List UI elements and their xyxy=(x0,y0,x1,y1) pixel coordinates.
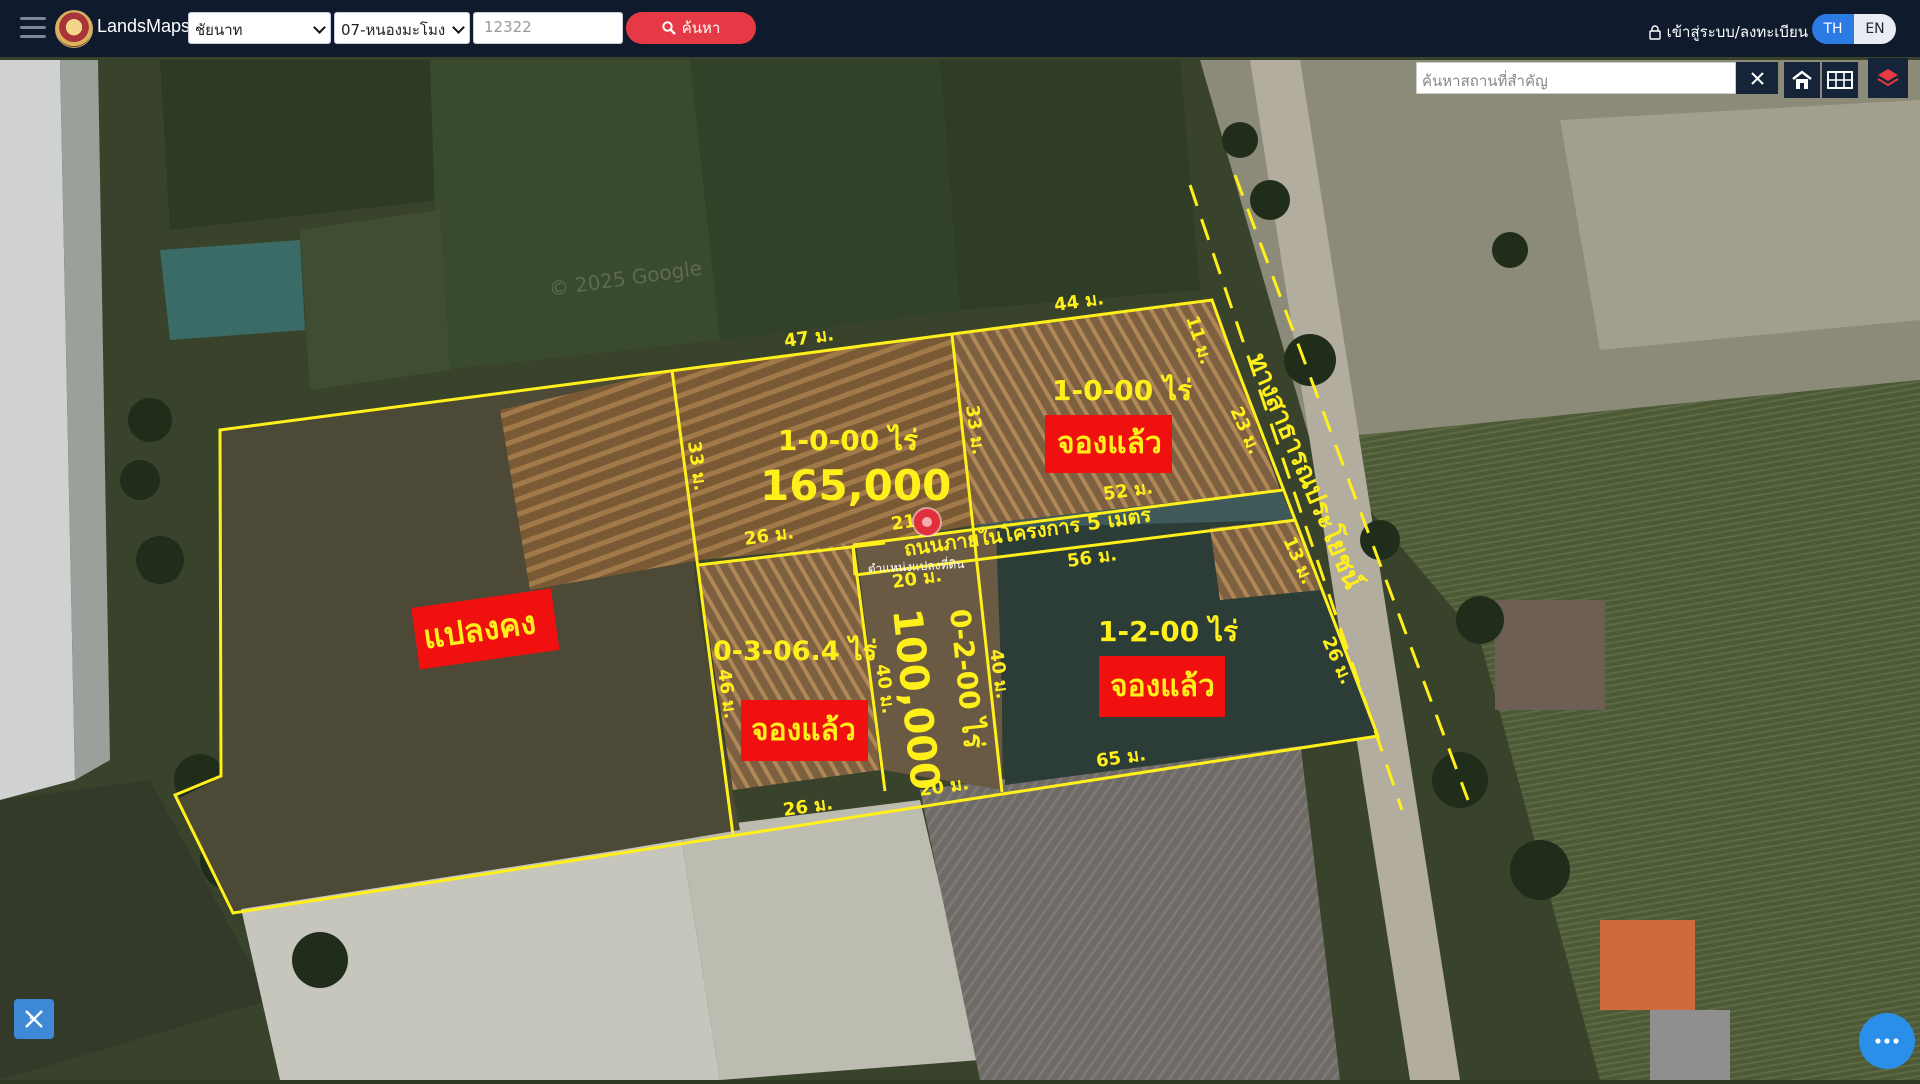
parcel-location-pin[interactable] xyxy=(912,507,942,537)
top-navbar: LandsMaps ชัยนาท 07-หนองมะโมง 12322 ค้นห… xyxy=(0,0,1920,57)
lang-en-button[interactable]: EN xyxy=(1854,14,1896,44)
buildings xyxy=(1495,600,1605,710)
menu-icon[interactable] xyxy=(20,17,46,39)
plot1-area: 1-0-00 ไร่ xyxy=(778,424,918,457)
ruler-icon xyxy=(25,1010,43,1028)
roof xyxy=(1650,1010,1730,1080)
lock-icon xyxy=(1648,24,1661,40)
place-search-input[interactable]: ค้นหาสถานที่สำคัญ xyxy=(1416,62,1736,94)
field xyxy=(160,60,440,230)
plot5-area: 1-2-00 ไร่ xyxy=(1098,615,1238,648)
layers-button[interactable] xyxy=(1868,58,1908,98)
search-button[interactable]: ค้นหา xyxy=(626,12,756,44)
plot2-status: จองแล้ว xyxy=(1057,426,1162,461)
search-icon xyxy=(661,21,676,35)
satellite-map[interactable]: © 2025 Google 44 ม. 47 ม. 11 ม. 33 ม. 33… xyxy=(0,57,1920,1080)
chevron-down-icon xyxy=(313,21,326,34)
grid-icon xyxy=(1827,71,1853,89)
measure-tool-button[interactable] xyxy=(14,999,54,1039)
search-button-label: ค้นหา xyxy=(681,19,721,37)
district-value: 07-หนองมะโมง xyxy=(341,21,446,39)
lang-th-button[interactable]: TH xyxy=(1812,14,1854,44)
plot1-price: 165,000 xyxy=(760,461,951,510)
field-light xyxy=(1560,100,1920,350)
plot3-status: จองแล้ว xyxy=(751,713,856,748)
province-select[interactable]: ชัยนาท xyxy=(188,12,331,44)
field xyxy=(940,60,1200,310)
orange-roof xyxy=(1600,920,1695,1010)
layers-icon xyxy=(1877,69,1899,87)
parcel-number-input[interactable]: 12322 xyxy=(473,12,623,44)
home-button[interactable] xyxy=(1784,62,1820,98)
more-icon xyxy=(1875,1038,1899,1044)
map-canvas[interactable]: © 2025 Google 44 ม. 47 ม. 11 ม. 33 ม. 33… xyxy=(0,57,1920,1080)
field xyxy=(430,60,720,370)
field xyxy=(300,210,450,390)
plot2-area: 1-0-00 ไร่ xyxy=(1052,374,1192,407)
landsmaps-logo xyxy=(55,10,93,48)
plot3-area: 0-3-06.4 ไร่ xyxy=(713,635,878,667)
brand-name: LandsMaps xyxy=(97,16,191,36)
province-value: ชัยนาท xyxy=(195,21,243,39)
language-switch: TH EN xyxy=(1812,14,1896,44)
clear-search-button[interactable] xyxy=(1736,62,1778,94)
plot5-status: จองแล้ว xyxy=(1110,669,1215,704)
close-icon xyxy=(1750,71,1764,85)
login-label: เข้าสู่ระบบ/ลงทะเบียน xyxy=(1666,23,1808,41)
district-select[interactable]: 07-หนองมะโมง xyxy=(334,12,470,44)
login-link[interactable]: เข้าสู่ระบบ/ลงทะเบียน xyxy=(1648,20,1808,44)
field xyxy=(690,60,960,340)
grid-button[interactable] xyxy=(1822,62,1858,98)
home-icon xyxy=(1792,70,1812,89)
chevron-down-icon xyxy=(452,21,465,34)
chat-button[interactable] xyxy=(1859,1013,1915,1069)
pond xyxy=(160,240,305,340)
field-bottom xyxy=(920,740,1340,1080)
